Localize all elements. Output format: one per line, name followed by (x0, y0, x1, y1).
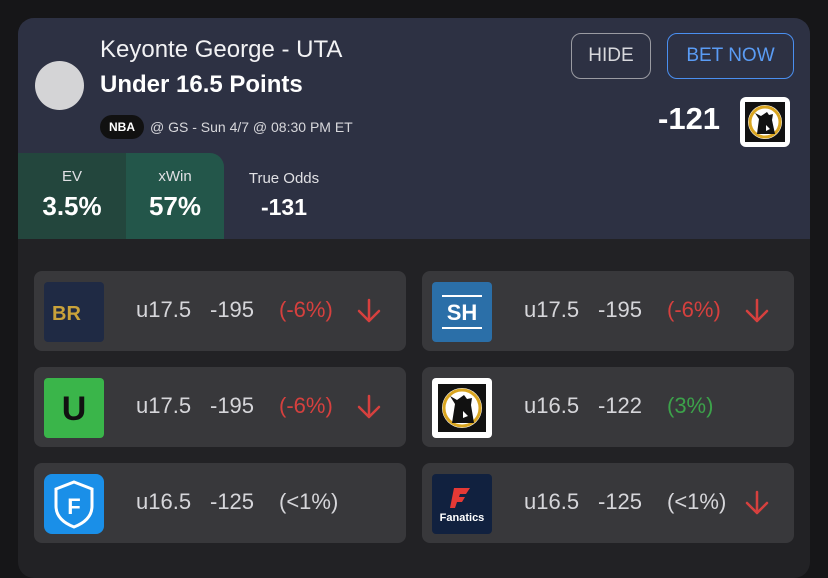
book-diff: (<1%) (279, 489, 339, 514)
book-tile-fanatics[interactable]: Fanatics u16.5 -125 (<1%) (422, 463, 794, 543)
bull-mascot-icon (745, 102, 785, 142)
league-badge: NBA (100, 115, 144, 139)
bull-mascot-icon (432, 378, 492, 438)
underdog-logo-icon: U (44, 378, 104, 438)
true-odds-stat: True Odds -131 (224, 153, 344, 239)
svg-text:F: F (67, 494, 80, 519)
arrow-down-icon (357, 394, 381, 419)
book-odds: -195 (210, 297, 255, 322)
arrow-down-icon (745, 298, 769, 323)
book-diff: (3%) (667, 393, 714, 418)
book-odds: -195 (210, 393, 255, 418)
ev-label: EV (61, 168, 82, 185)
ev-stat: EV 3.5% (18, 153, 126, 239)
book-odds: -122 (598, 393, 643, 418)
bet-now-button[interactable]: BET NOW (667, 33, 794, 79)
book-odds: -195 (598, 297, 643, 322)
svg-text:SH: SH (447, 300, 478, 325)
xwin-value: 57% (148, 191, 202, 221)
sh-logo-icon: SH (432, 282, 492, 342)
game-meta: NBA @ GS - Sun 4/7 @ 08:30 PM ET (100, 115, 353, 139)
book-tile-br[interactable]: BR u17.5 -195 (-6%) (34, 271, 406, 351)
book-odds: -125 (598, 489, 643, 514)
xwin-label: xWin (158, 168, 192, 185)
true-odds-label: True Odds (248, 170, 320, 187)
svg-text:U: U (62, 390, 87, 428)
book-line: u16.5 (524, 393, 580, 418)
player-avatar (35, 61, 84, 110)
br-logo-icon: BR (44, 282, 104, 342)
book-diff: (-6%) (279, 393, 333, 418)
book-line: u17.5 (524, 297, 580, 322)
svg-text:BR: BR (52, 303, 81, 325)
book-diff: (-6%) (667, 297, 721, 322)
book-odds: -125 (210, 489, 255, 514)
book-tile-fanduel[interactable]: F u16.5 -125 (<1%) (34, 463, 406, 543)
xwin-stat: xWin 57% (126, 153, 224, 239)
book-line: u16.5 (136, 489, 192, 514)
arrow-down-icon (745, 490, 769, 515)
book-tile-u[interactable]: U u17.5 -195 (-6%) (34, 367, 406, 447)
fanduel-logo-icon: F (44, 474, 104, 534)
true-odds-value: -131 (260, 194, 308, 220)
prop-header: Keyonte George - UTA Under 16.5 Points N… (18, 18, 810, 239)
book-tile-sh[interactable]: SH u17.5 -195 (-6%) (422, 271, 794, 351)
ev-value: 3.5% (42, 191, 102, 221)
book-tile-bull[interactable]: u16.5 -122 (3%) (422, 367, 794, 447)
book-diff: (<1%) (667, 489, 727, 514)
book-line: u16.5 (524, 489, 580, 514)
best-odds: -121 (658, 101, 721, 136)
book-diff: (-6%) (279, 297, 333, 322)
svg-text:Fanatics: Fanatics (440, 512, 485, 524)
prop-line: Under 16.5 Points (100, 71, 303, 98)
player-name: Keyonte George - UTA (100, 36, 343, 63)
book-line: u17.5 (136, 297, 192, 322)
hide-button[interactable]: HIDE (571, 33, 651, 79)
fanatics-logo-icon: Fanatics (432, 474, 492, 534)
book-line: u17.5 (136, 393, 192, 418)
arrow-down-icon (357, 298, 381, 323)
game-info: @ GS - Sun 4/7 @ 08:30 PM ET (150, 119, 353, 135)
best-book-logo[interactable] (740, 97, 790, 147)
